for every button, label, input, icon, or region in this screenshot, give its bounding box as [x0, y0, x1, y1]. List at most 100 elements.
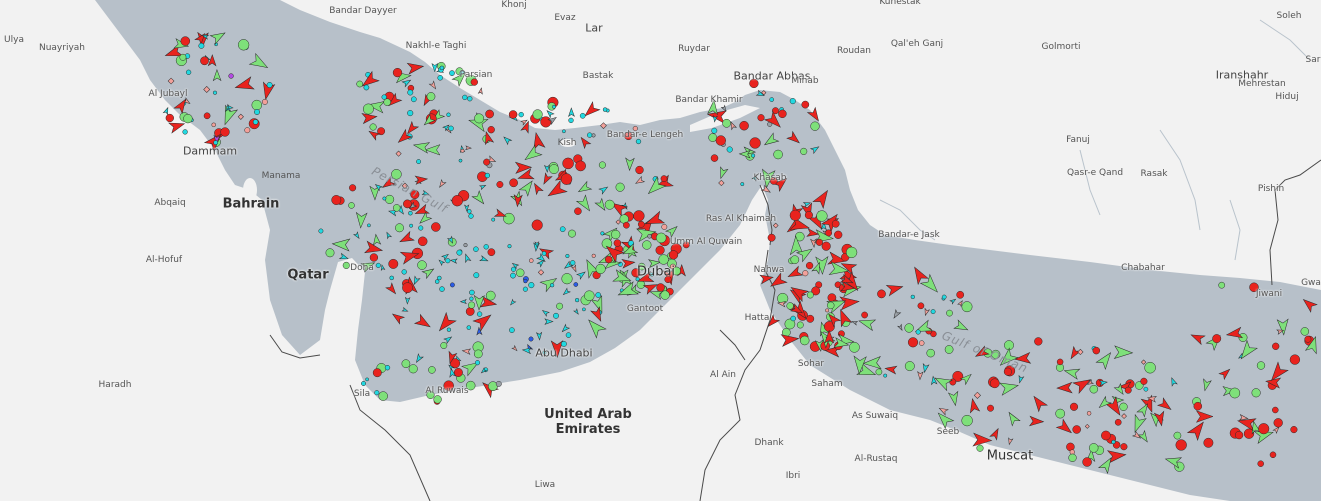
vessel-anchored-marker[interactable] [410, 96, 417, 103]
vessel-anchored-marker[interactable] [1101, 430, 1111, 441]
vessel-underway-marker[interactable] [380, 264, 386, 271]
vessel-underway-marker[interactable] [449, 258, 458, 264]
vessel-underway-marker[interactable] [443, 335, 453, 345]
vessel-anchored-marker[interactable] [409, 223, 414, 228]
vessel-underway-marker[interactable] [406, 61, 425, 75]
vessel-anchored-marker[interactable] [185, 69, 192, 75]
vessel-underway-marker[interactable] [518, 178, 536, 197]
vessel-underway-marker[interactable] [248, 52, 271, 73]
vessel-anchored-marker[interactable] [389, 275, 394, 281]
vessel-anchored-marker[interactable] [473, 349, 483, 359]
vessel-underway-marker[interactable] [568, 107, 575, 118]
vessel-anchored-marker[interactable] [801, 100, 810, 109]
vessel-anchored-marker[interactable] [989, 378, 1000, 389]
vessel-anchored-marker[interactable] [904, 323, 914, 333]
vessel-underway-marker[interactable] [331, 238, 351, 252]
vessel-underway-marker[interactable] [634, 175, 646, 186]
vessel-anchored-marker[interactable] [658, 254, 669, 265]
vessel-anchored-marker[interactable] [825, 229, 833, 237]
vessel-anchored-marker[interactable] [987, 404, 994, 412]
vessel-anchored-marker[interactable] [468, 213, 474, 219]
vessel-underway-marker[interactable] [459, 299, 467, 305]
vessel-underway-marker[interactable] [431, 62, 439, 73]
vessel-underway-marker[interactable] [509, 298, 517, 306]
vessel-anchored-marker[interactable] [342, 261, 350, 269]
vessel-anchored-marker[interactable] [1086, 411, 1092, 416]
vessel-anchored-marker[interactable] [200, 56, 209, 66]
vessel-anchored-marker[interactable] [541, 251, 547, 256]
vessel-underway-marker[interactable] [885, 281, 904, 297]
vessel-anchored-marker[interactable] [751, 153, 756, 158]
vessel-anchored-marker[interactable] [395, 150, 402, 157]
vessel-anchored-marker[interactable] [565, 253, 570, 259]
vessel-underway-marker[interactable] [1201, 378, 1212, 392]
vessel-underway-marker[interactable] [560, 323, 571, 333]
vessel-anchored-marker[interactable] [417, 236, 428, 247]
vessel-anchored-marker[interactable] [437, 275, 442, 281]
vessel-underway-marker[interactable] [1017, 374, 1025, 384]
vessel-anchored-marker[interactable] [361, 381, 366, 386]
vessel-underway-marker[interactable] [858, 316, 877, 332]
vessel-underway-marker[interactable] [972, 432, 993, 447]
vessel-anchored-marker[interactable] [710, 154, 719, 162]
vessel-underway-marker[interactable] [717, 166, 729, 180]
vessel-underway-marker[interactable] [539, 274, 559, 293]
vessel-anchored-marker[interactable] [385, 194, 395, 204]
vessel-underway-marker[interactable] [478, 183, 487, 191]
vessel-anchored-marker[interactable] [806, 291, 814, 299]
vessel-anchored-marker[interactable] [518, 111, 524, 118]
vessel-anchored-marker[interactable] [401, 359, 411, 369]
vessel-anchored-marker[interactable] [446, 112, 451, 117]
vessel-anchored-marker[interactable] [1088, 443, 1099, 453]
vessel-anchored-marker[interactable] [437, 75, 443, 81]
vessel-underway-marker[interactable] [502, 135, 513, 146]
vessel-anchored-marker[interactable] [474, 360, 481, 366]
vessel-underway-marker[interactable] [576, 270, 587, 280]
vessel-anchored-marker[interactable] [973, 391, 981, 399]
vessel-anchored-marker[interactable] [431, 222, 441, 232]
vessel-anchored-marker[interactable] [462, 94, 468, 101]
vessel-anchored-marker[interactable] [1203, 437, 1214, 448]
vessel-anchored-marker[interactable] [363, 84, 370, 91]
vessel-underway-marker[interactable] [428, 80, 438, 90]
vessel-anchored-marker[interactable] [388, 258, 399, 269]
vessel-anchored-marker[interactable] [1234, 430, 1244, 440]
vessel-underway-marker[interactable] [541, 172, 553, 186]
vessel-anchored-marker[interactable] [778, 109, 787, 119]
vessel-underway-marker[interactable] [892, 308, 902, 320]
vessel-anchored-marker[interactable] [1175, 439, 1187, 451]
vessel-anchored-marker[interactable] [484, 172, 491, 179]
vessel-anchored-marker[interactable] [961, 414, 973, 427]
vessel-underway-marker[interactable] [173, 97, 190, 115]
vessel-underway-marker[interactable] [435, 311, 457, 335]
vessel-anchored-marker[interactable] [392, 67, 403, 78]
vessel-anchored-marker[interactable] [598, 161, 606, 169]
vessel-anchored-marker[interactable] [805, 261, 814, 270]
vessel-underway-marker[interactable] [413, 313, 433, 332]
vessel-underway-marker[interactable] [1156, 397, 1174, 413]
vessel-anchored-marker[interactable] [529, 258, 534, 263]
vessel-anchored-marker[interactable] [474, 113, 485, 124]
vessel-anchored-marker[interactable] [1089, 384, 1099, 394]
vessel-anchored-marker[interactable] [917, 302, 925, 310]
vessel-anchored-marker[interactable] [726, 146, 733, 153]
vessel-anchored-marker[interactable] [449, 70, 455, 76]
vessel-anchored-marker[interactable] [374, 390, 380, 396]
vessel-anchored-marker[interactable] [537, 269, 545, 276]
vessel-underway-marker[interactable] [424, 144, 441, 156]
vessel-anchored-marker[interactable] [440, 342, 448, 349]
vessel-anchored-marker[interactable] [362, 103, 374, 115]
vessel-underway-marker[interactable] [917, 371, 924, 381]
vessel-anchored-marker[interactable] [266, 82, 273, 88]
vessel-anchored-marker[interactable] [553, 312, 559, 319]
vessel-anchored-marker[interactable] [509, 327, 515, 333]
vessel-anchored-marker[interactable] [378, 391, 388, 401]
vessel-anchored-marker[interactable] [568, 229, 576, 238]
vessel-anchored-marker[interactable] [466, 325, 472, 330]
vessel-anchored-marker[interactable] [549, 164, 559, 175]
vessel-anchored-marker[interactable] [165, 113, 174, 123]
vessel-anchored-marker[interactable] [604, 199, 615, 210]
vessel-anchored-marker[interactable] [446, 327, 452, 332]
vessel-underway-marker[interactable] [1129, 413, 1147, 435]
vessel-anchored-marker[interactable] [251, 99, 263, 111]
